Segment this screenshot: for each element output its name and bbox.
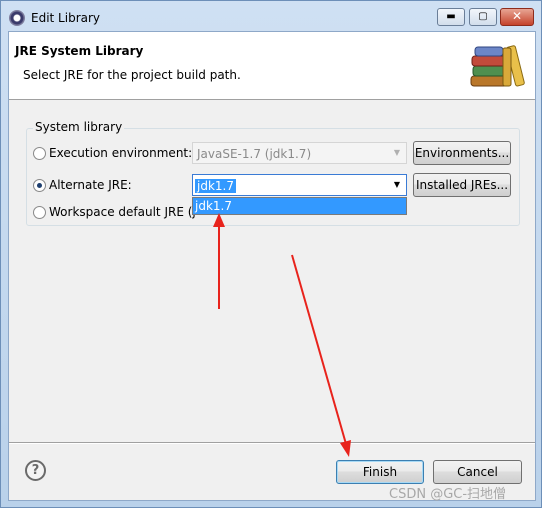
system-library-label: System library bbox=[33, 120, 125, 134]
library-books-icon bbox=[470, 45, 525, 87]
execution-environment-radio[interactable] bbox=[33, 147, 46, 160]
maximize-button[interactable]: ▢ bbox=[469, 8, 497, 26]
dialog-header: JRE System Library Select JRE for the pr… bbox=[9, 32, 535, 100]
page-title: JRE System Library bbox=[15, 44, 144, 58]
close-button[interactable]: ✕ bbox=[500, 8, 534, 26]
environments-button[interactable]: Environments... bbox=[413, 141, 511, 165]
eclipse-app-icon bbox=[9, 10, 25, 26]
alternate-jre-dropdown-list: jdk1.7 bbox=[192, 197, 407, 215]
installed-jres-button[interactable]: Installed JREs... bbox=[413, 173, 511, 197]
dialog-body: JRE System Library Select JRE for the pr… bbox=[8, 31, 536, 501]
finish-button[interactable]: Finish bbox=[336, 460, 424, 484]
chevron-down-icon[interactable]: ▼ bbox=[389, 176, 405, 194]
alternate-jre-label: Alternate JRE: bbox=[49, 178, 132, 192]
edit-library-dialog: Edit Library ▬ ▢ ✕ JRE System Library Se… bbox=[0, 0, 542, 508]
watermark: CSDN @GC-扫地僧 bbox=[389, 487, 507, 502]
alternate-jre-radio[interactable] bbox=[33, 179, 46, 192]
title-bar: Edit Library ▬ ▢ ✕ bbox=[1, 1, 541, 31]
chevron-down-icon: ▼ bbox=[393, 148, 401, 157]
footer-separator bbox=[9, 442, 535, 444]
alternate-jre-select[interactable]: jdk1.7 ▼ bbox=[192, 174, 407, 196]
execution-environment-select: JavaSE-1.7 (jdk1.7) ▼ bbox=[192, 142, 407, 164]
page-description: Select JRE for the project build path. bbox=[23, 68, 241, 82]
help-question-icon[interactable]: ? bbox=[25, 460, 46, 481]
workspace-default-label: Workspace default JRE (j bbox=[49, 205, 196, 219]
minimize-button[interactable]: ▬ bbox=[437, 8, 465, 26]
dropdown-option-jdk17[interactable]: jdk1.7 bbox=[193, 198, 406, 214]
execution-environment-label: Execution environment: bbox=[49, 146, 193, 160]
workspace-default-radio[interactable] bbox=[33, 206, 46, 219]
window-title: Edit Library bbox=[31, 11, 101, 25]
cancel-button[interactable]: Cancel bbox=[433, 460, 522, 484]
alternate-jre-value: jdk1.7 bbox=[195, 179, 236, 193]
execution-environment-value: JavaSE-1.7 (jdk1.7) bbox=[197, 147, 312, 161]
